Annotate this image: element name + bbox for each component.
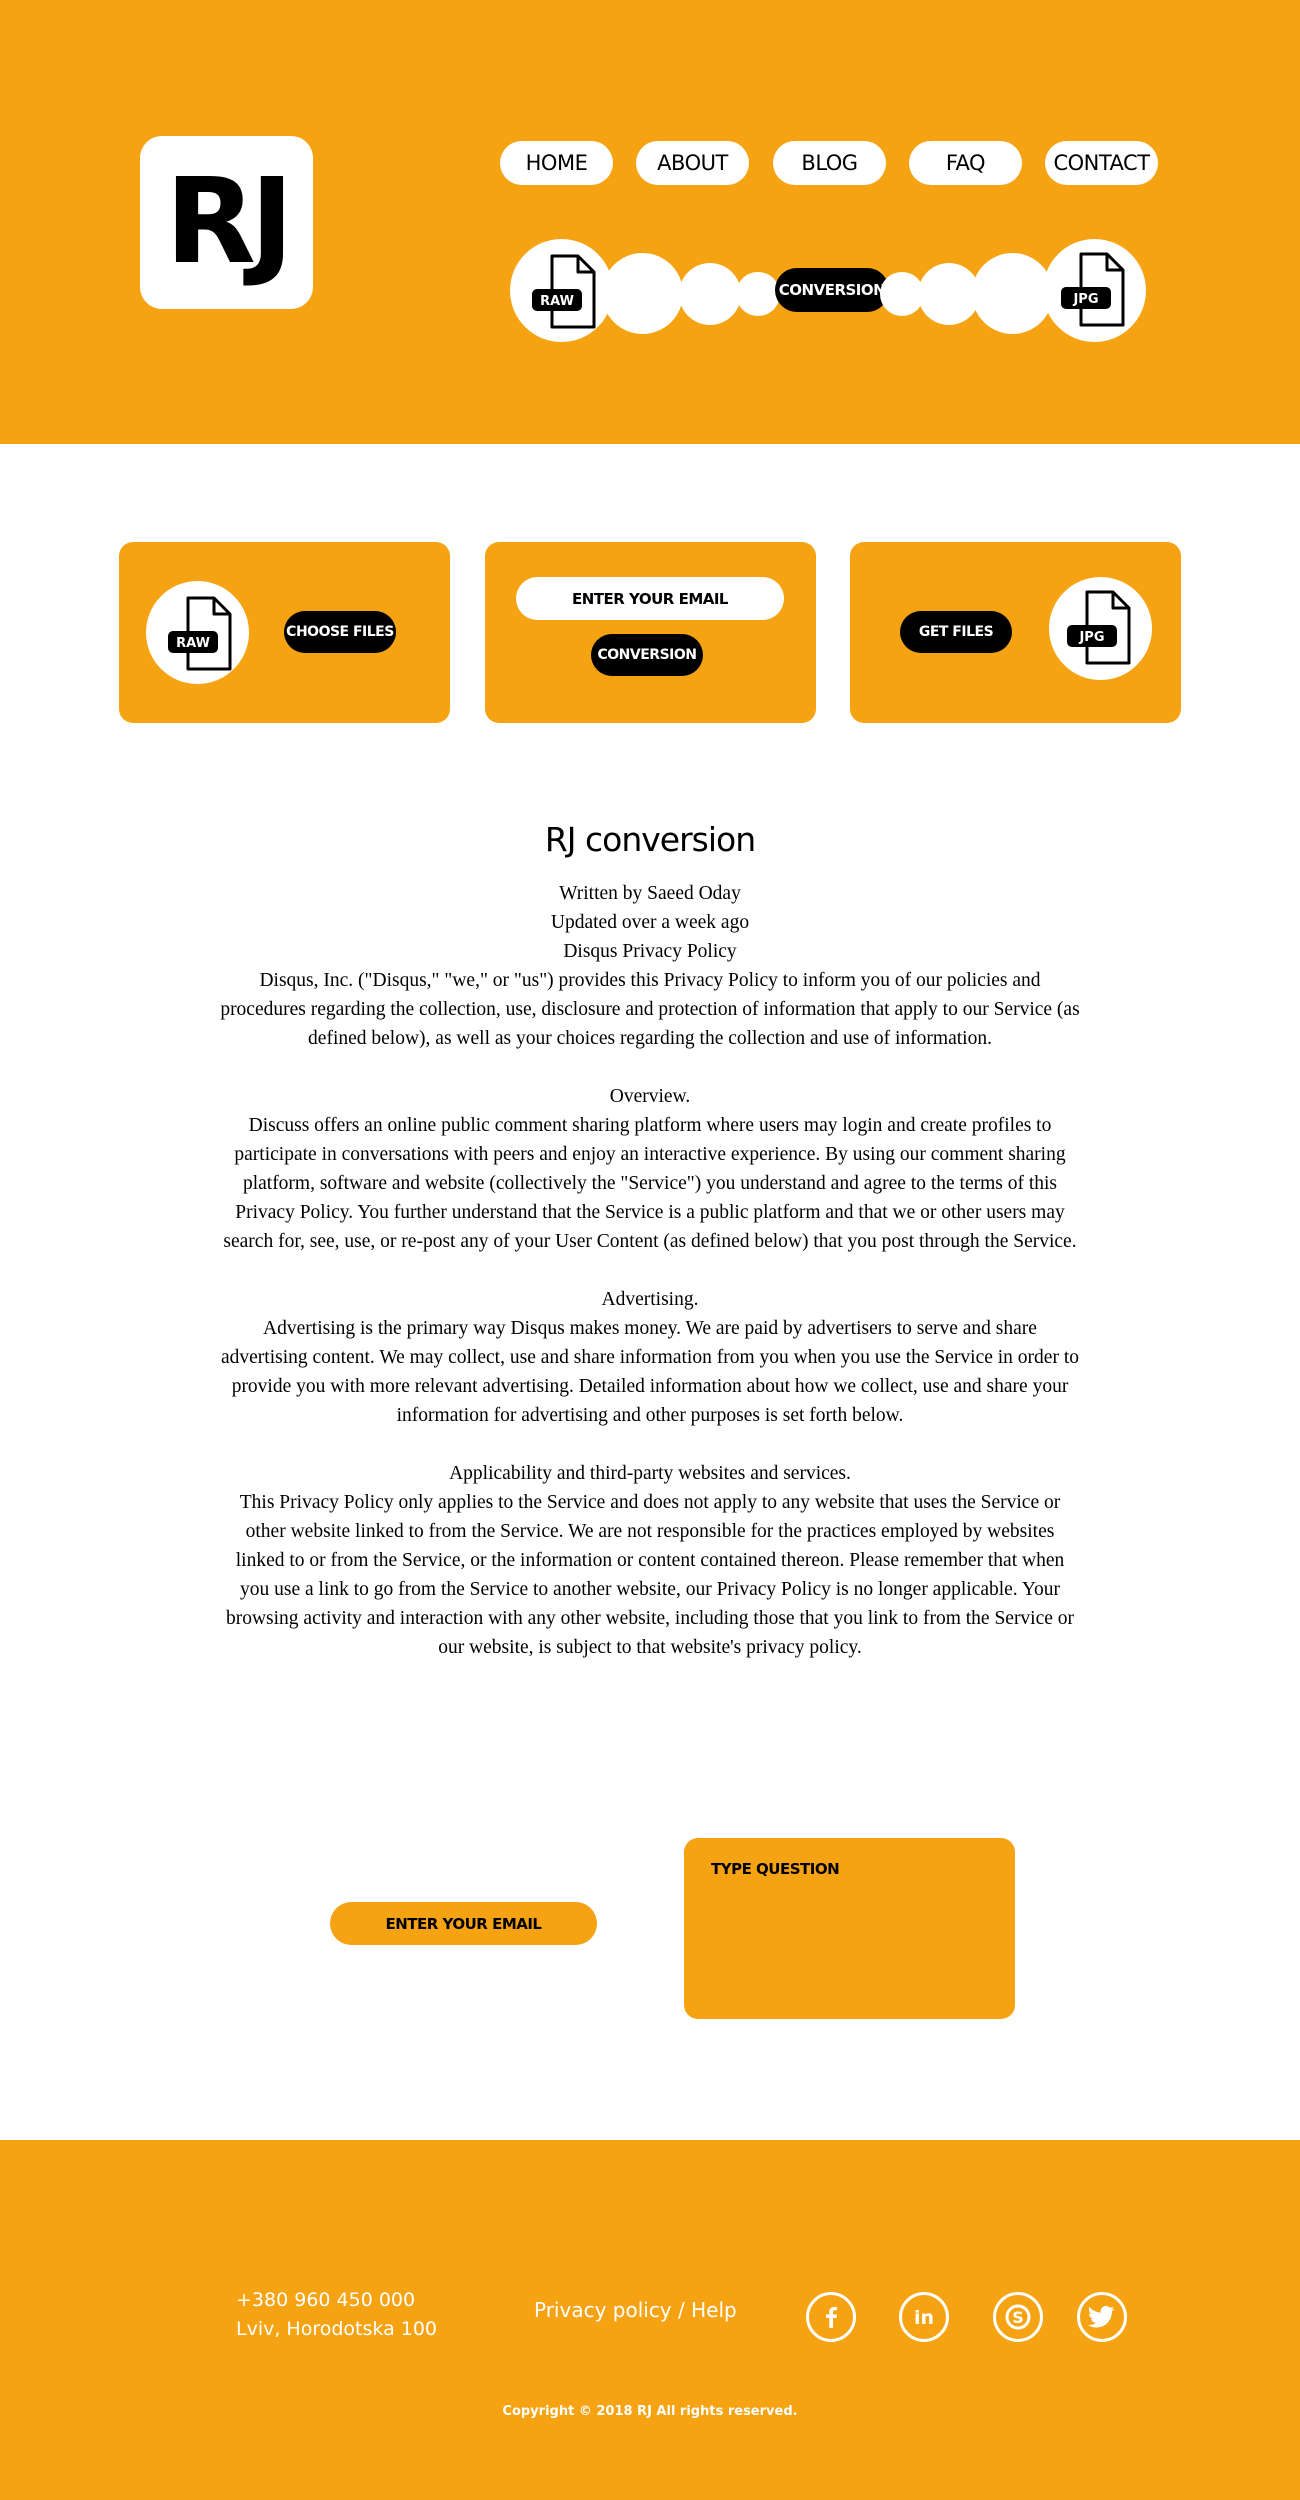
linkedin-icon[interactable]: in [899,2292,949,2342]
footer-phone[interactable]: +380 960 450 000 [236,2286,437,2315]
nav-blog[interactable]: BLOG [773,141,886,185]
footer-contact: +380 960 450 000 Lviv, Horodotska 100 [236,2286,437,2344]
choose-files-button[interactable]: CHOOSE FILES [284,611,396,653]
jpg-file-label: JPG [1078,630,1104,645]
privacy-help-link[interactable]: Privacy policy / Help [534,2298,737,2322]
article-paragraph: This Privacy Policy only applies to the … [225,1492,1075,1658]
svg-text:S: S [1012,2308,1024,2327]
footer-address: Lviv, Horodotska 100 [236,2318,438,2340]
nav-home[interactable]: HOME [500,141,613,185]
article-updated: Updated over a week ago [550,912,750,933]
question-email-input[interactable]: ENTER YOUR EMAIL [330,1902,597,1945]
article-author: Written by Saeed Oday [559,883,741,904]
skype-icon[interactable]: S [993,2292,1043,2342]
email-input[interactable]: ENTER YOUR EMAIL [516,577,784,620]
section-heading: Applicability and third-party websites a… [449,1463,851,1484]
article-subtitle: Disqus Privacy Policy [563,941,737,962]
site-header: RJ HOME ABOUT BLOG FAQ CONTACT RAW CONVE… [0,0,1300,444]
section-heading: Overview. [609,1086,691,1107]
logo[interactable]: RJ [140,136,313,309]
jpg-file-icon: JPG [1061,252,1125,327]
nav-contact[interactable]: CONTACT [1045,141,1158,185]
raw-file-icon: RAW [168,596,232,671]
twitter-icon[interactable] [1077,2292,1127,2342]
upload-card: RAW CHOOSE FILES [119,542,450,723]
flow-bubble [679,263,741,325]
copyright-text: Copyright © 2018 RJ All rights reserved. [502,2404,798,2419]
raw-circle: RAW [146,581,249,684]
conversion-badge: CONVERSION [775,268,889,312]
site-footer: +380 960 450 000 Lviv, Horodotska 100 Pr… [0,2140,1300,2500]
privacy-article: RJ conversion Written by Saeed Oday Upda… [220,820,1080,1662]
article-paragraph: Advertising is the primary way Disqus ma… [221,1318,1079,1426]
raw-circle: RAW [510,239,613,342]
jpg-file-label: JPG [1072,292,1098,307]
facebook-icon[interactable] [806,2292,856,2342]
section-heading: Advertising. [601,1289,699,1310]
raw-file-label: RAW [540,294,574,309]
raw-file-icon: RAW [532,254,596,329]
article-title: RJ conversion [544,820,756,859]
flow-bubble [918,263,980,325]
question-placeholder: TYPE QUESTION [711,1860,840,1878]
article-paragraph: Discuss offers an online public comment … [223,1115,1077,1252]
flow-bubble [972,253,1053,334]
raw-file-label: RAW [176,636,210,651]
download-card: GET FILES JPG [850,542,1181,723]
convert-card: ENTER YOUR EMAIL CONVERSION [485,542,816,723]
flow-bubble [736,272,780,316]
conversion-button[interactable]: CONVERSION [591,634,703,676]
question-textarea[interactable]: TYPE QUESTION [684,1838,1015,2019]
get-files-button[interactable]: GET FILES [900,611,1012,653]
jpg-circle: JPG [1043,239,1146,342]
nav-about[interactable]: ABOUT [636,141,749,185]
flow-bubble [602,253,683,334]
logo-text: RJ [165,151,294,290]
svg-text:in: in [914,2307,934,2329]
article-paragraph: Disqus, Inc. ("Disqus," "we," or "us") p… [220,970,1080,1049]
nav-faq[interactable]: FAQ [909,141,1022,185]
jpg-file-icon: JPG [1067,590,1131,665]
jpg-circle: JPG [1049,577,1152,680]
